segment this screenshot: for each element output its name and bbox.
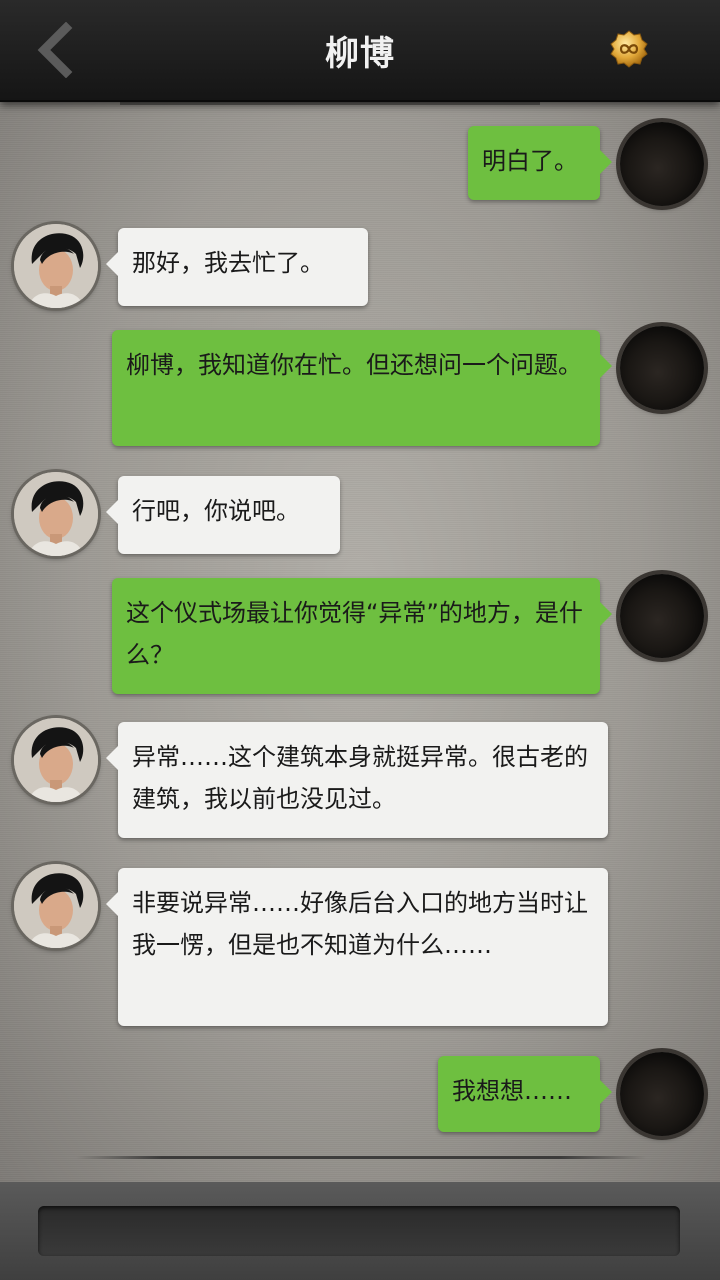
message-text: 那好，我去忙了。: [132, 249, 324, 277]
message-bubble-player: 我想想……: [438, 1056, 612, 1132]
message-bubble-liubo: 异常……这个建筑本身就挺异常。很古老的建筑，我以前也没见过。: [106, 722, 608, 838]
chat-area[interactable]: 明白了。 那好，我去忙了。 柳博，我知道你在忙。但还想问一个问题。 行吧，你说吧…: [0, 102, 720, 1182]
player-avatar[interactable]: [620, 574, 704, 658]
liubo-avatar[interactable]: [14, 224, 98, 308]
liubo-avatar[interactable]: [14, 864, 98, 948]
message-text: 柳博，我知道你在忙。但还想问一个问题。: [126, 351, 582, 379]
reply-input-bar[interactable]: [38, 1206, 680, 1256]
portrait-icon: [14, 864, 98, 948]
player-avatar[interactable]: [620, 326, 704, 410]
message-text: 行吧，你说吧。: [132, 497, 300, 525]
portrait-icon: [14, 472, 98, 556]
liubo-avatar[interactable]: [14, 718, 98, 802]
message-text: 这个仪式场最让你觉得“异常”的地方，是什么？: [126, 599, 583, 669]
top-bar: 柳博: [0, 0, 720, 102]
portrait-icon: [14, 224, 98, 308]
message-text: 异常……这个建筑本身就挺异常。很古老的建筑，我以前也没见过。: [132, 743, 588, 813]
message-bubble-liubo: 那好，我去忙了。: [106, 228, 368, 306]
divider: [76, 1156, 646, 1159]
message-text: 明白了。: [482, 147, 578, 175]
player-avatar[interactable]: [620, 1052, 704, 1136]
message-bubble-liubo: 行吧，你说吧。: [106, 476, 340, 554]
infinity-coin-icon: [610, 30, 648, 68]
portrait-icon: [14, 718, 98, 802]
message-bubble-player: 柳博，我知道你在忙。但还想问一个问题。: [112, 330, 612, 446]
message-text: 我想想……: [452, 1077, 572, 1105]
message-text: 非要说异常……好像后台入口的地方当时让我一愣，但是也不知道为什么……: [132, 889, 588, 959]
message-bubble-player: 这个仪式场最让你觉得“异常”的地方，是什么？: [112, 578, 612, 694]
player-avatar[interactable]: [620, 122, 704, 206]
message-bubble-player: 明白了。: [468, 126, 612, 200]
message-bubble-liubo: 非要说异常……好像后台入口的地方当时让我一愣，但是也不知道为什么……: [106, 868, 608, 1026]
coin-button[interactable]: [610, 30, 648, 68]
bottom-bar: [0, 1182, 720, 1280]
divider: [120, 102, 540, 105]
liubo-avatar[interactable]: [14, 472, 98, 556]
